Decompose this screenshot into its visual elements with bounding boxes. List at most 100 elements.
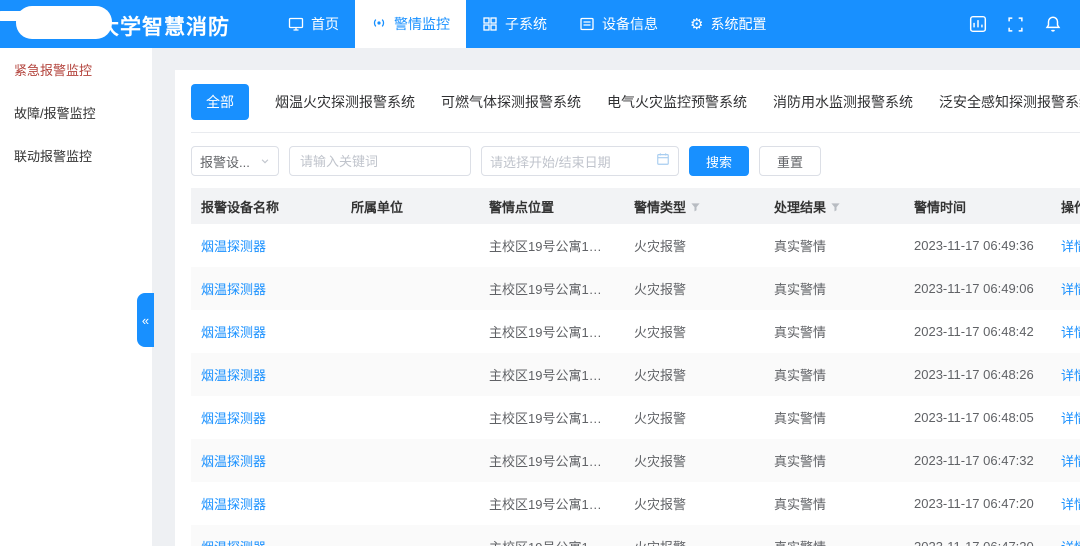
device-name-link[interactable]: 烟温探测器: [201, 368, 266, 383]
device-name-link[interactable]: 烟温探测器: [201, 325, 266, 340]
home-icon: [288, 16, 304, 32]
search-button[interactable]: 搜索: [689, 146, 749, 176]
nav-alarm-monitor[interactable]: 警情监控: [355, 0, 466, 48]
result-cell: 真实警情: [764, 224, 904, 267]
location-cell: 主校区19号公寓1层走廊4: [479, 353, 624, 396]
device-name-link[interactable]: 烟温探测器: [201, 411, 266, 426]
alarm-type-cell: 火灾报警: [624, 525, 764, 546]
chart-stats-icon[interactable]: [969, 15, 987, 33]
tab-electrical-fire[interactable]: 电气火灾监控预警系统: [607, 92, 747, 112]
alarm-table: 报警设备名称 所属单位 警情点位置 警情类型 处理结果 警情时间 操作 烟温探测…: [191, 188, 1080, 546]
gear-icon: ⚙: [690, 17, 703, 32]
location-cell: 主校区19号公寓1层北...: [479, 267, 624, 310]
tab-fire-water[interactable]: 消防用水监测报警系统: [773, 92, 913, 112]
alarm-type-cell: 火灾报警: [624, 396, 764, 439]
grid-icon: [482, 16, 498, 32]
nav-label: 系统配置: [710, 14, 766, 34]
tab-all[interactable]: 全部: [191, 84, 249, 120]
col-handle-result-label: 处理结果: [774, 200, 826, 215]
detail-link[interactable]: 详情: [1061, 282, 1080, 297]
detail-link[interactable]: 详情: [1061, 497, 1080, 512]
detail-link[interactable]: 详情: [1061, 540, 1080, 546]
time-cell: 2023-11-17 06:48:42: [904, 310, 1051, 353]
table-row: 烟温探测器 主校区19号公寓1层北... 火灾报警 真实警情 2023-11-1…: [191, 267, 1080, 310]
nav-label: 设备信息: [602, 14, 658, 34]
device-name-link[interactable]: 烟温探测器: [201, 540, 266, 546]
org-cell: [341, 525, 479, 546]
org-cell: [341, 267, 479, 310]
time-cell: 2023-11-17 06:49:36: [904, 224, 1051, 267]
location-cell: 主校区19号公寓1层139: [479, 439, 624, 482]
location-cell: 主校区19号公寓1层139: [479, 310, 624, 353]
app-logo: 大学智慧消防: [0, 0, 272, 48]
col-device-name: 报警设备名称: [191, 188, 341, 224]
time-cell: 2023-11-17 06:49:06: [904, 267, 1051, 310]
sidebar-item-emergency-alarm[interactable]: 紧急报警监控: [0, 48, 152, 91]
keyword-input[interactable]: [289, 146, 471, 176]
nav-home[interactable]: 首页: [272, 0, 355, 48]
date-range-picker[interactable]: 请选择开始/结束日期: [481, 146, 679, 176]
col-org: 所属单位: [341, 188, 479, 224]
alarm-type-cell: 火灾报警: [624, 224, 764, 267]
detail-link[interactable]: 详情: [1061, 325, 1080, 340]
location-cell: 主校区19号公寓1层北...: [479, 396, 624, 439]
nav-system-config[interactable]: ⚙ 系统配置: [674, 0, 782, 48]
device-name-link[interactable]: 烟温探测器: [201, 239, 266, 254]
detail-link[interactable]: 详情: [1061, 454, 1080, 469]
system-tabs: 全部 烟温火灾探测报警系统 可燃气体探测报警系统 电气火灾监控预警系统 消防用水…: [191, 80, 1080, 133]
bell-icon[interactable]: [1044, 15, 1062, 33]
nav-label: 警情监控: [394, 14, 450, 34]
alarm-type-cell: 火灾报警: [624, 439, 764, 482]
location-cell: 主校区19号公寓1层走廊4: [479, 482, 624, 525]
logo-redaction-blob: [16, 6, 112, 39]
col-handle-result: 处理结果: [764, 188, 904, 224]
time-cell: 2023-11-17 06:47:20: [904, 525, 1051, 546]
result-cell: 真实警情: [764, 267, 904, 310]
table-header-row: 报警设备名称 所属单位 警情点位置 警情类型 处理结果 警情时间 操作: [191, 188, 1080, 224]
table-row: 烟温探测器 主校区19号公寓1层走廊4 火灾报警 真实警情 2023-11-17…: [191, 353, 1080, 396]
col-alarm-type-label: 警情类型: [634, 200, 686, 215]
detail-link[interactable]: 详情: [1061, 368, 1080, 383]
nav-subsystems[interactable]: 子系统: [466, 0, 563, 48]
device-name-link[interactable]: 烟温探测器: [201, 454, 266, 469]
col-alarm-time: 警情时间: [904, 188, 1051, 224]
result-cell: 真实警情: [764, 525, 904, 546]
col-location: 警情点位置: [479, 188, 624, 224]
result-cell: 真实警情: [764, 310, 904, 353]
table-row: 烟温探测器 主校区19号公寓1层139 火灾报警 真实警情 2023-11-17…: [191, 439, 1080, 482]
nav-device-info[interactable]: 设备信息: [563, 0, 674, 48]
filter-funnel-icon[interactable]: [690, 201, 701, 216]
detail-link[interactable]: 详情: [1061, 239, 1080, 254]
result-cell: 真实警情: [764, 482, 904, 525]
detail-link[interactable]: 详情: [1061, 411, 1080, 426]
alarm-type-cell: 火灾报警: [624, 482, 764, 525]
fullscreen-icon[interactable]: [1007, 16, 1024, 33]
calendar-icon: [656, 152, 670, 171]
device-name-link[interactable]: 烟温探测器: [201, 497, 266, 512]
device-name-link[interactable]: 烟温探测器: [201, 282, 266, 297]
tab-smoke-temp-fire[interactable]: 烟温火灾探测报警系统: [275, 92, 415, 112]
col-actions: 操作: [1051, 188, 1080, 224]
table-row: 烟温探测器 主校区19号公寓1层走廊4 火灾报警 真实警情 2023-11-17…: [191, 482, 1080, 525]
nav-label: 首页: [311, 14, 339, 34]
org-cell: [341, 224, 479, 267]
date-range-placeholder: 请选择开始/结束日期: [490, 152, 611, 171]
table-row: 烟温探测器 主校区19号公寓1层走廊4 火灾报警 真实警情 2023-11-17…: [191, 224, 1080, 267]
result-cell: 真实警情: [764, 439, 904, 482]
location-cell: 主校区19号公寓1层走廊4: [479, 224, 624, 267]
top-nav: 首页 警情监控 子系统 设备信息 ⚙ 系统配置: [272, 0, 782, 48]
sidebar-collapse-handle[interactable]: «: [137, 293, 154, 347]
table-row: 烟温探测器 主校区19号公寓1层139 火灾报警 真实警情 2023-11-17…: [191, 310, 1080, 353]
tab-pan-security[interactable]: 泛安全感知探测报警系统: [939, 92, 1080, 112]
sidebar-item-fault-alarm[interactable]: 故障/报警监控: [0, 91, 152, 134]
device-type-select[interactable]: 报警设...: [191, 146, 279, 176]
app-title: 大学智慧消防: [98, 11, 230, 41]
reset-button[interactable]: 重置: [759, 146, 821, 176]
alarm-type-cell: 火灾报警: [624, 310, 764, 353]
table-row: 烟温探测器 主校区19号公寓1层楼梯3 火灾报警 真实警情 2023-11-17…: [191, 525, 1080, 546]
filter-funnel-icon[interactable]: [830, 201, 841, 216]
tab-combustible-gas[interactable]: 可燃气体探测报警系统: [441, 92, 581, 112]
sidebar-item-linkage-alarm[interactable]: 联动报警监控: [0, 134, 152, 177]
org-cell: [341, 353, 479, 396]
alarm-type-cell: 火灾报警: [624, 353, 764, 396]
